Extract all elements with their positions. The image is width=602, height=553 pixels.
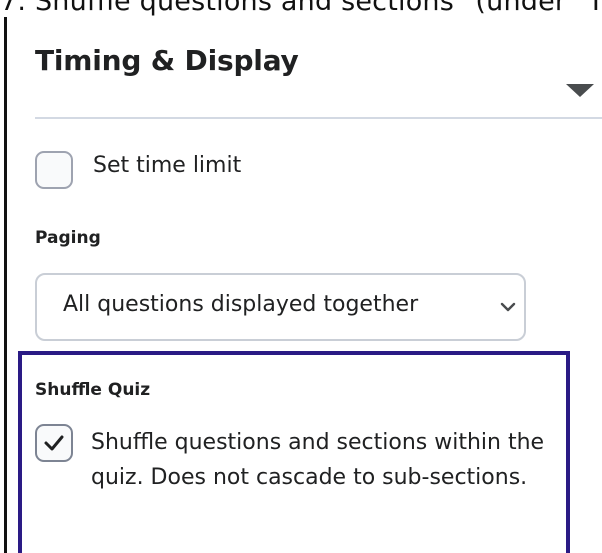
paging-label: Paging <box>35 228 101 248</box>
section-divider <box>35 117 602 119</box>
panel-left-border <box>4 17 7 553</box>
chevron-down-icon <box>500 302 516 312</box>
paging-select[interactable]: All questions displayed together <box>35 273 526 341</box>
panel-title: Timing & Display <box>35 44 299 77</box>
shuffle-questions-checkbox[interactable] <box>35 424 73 462</box>
caret-down-icon[interactable] <box>566 84 594 97</box>
instruction-caption: 7. Shuffle questions and sections" (unde… <box>0 0 602 17</box>
set-time-limit-checkbox[interactable] <box>35 151 73 189</box>
set-time-limit-label: Set time limit <box>93 153 242 178</box>
shuffle-questions-text: Shuffle questions and sections within th… <box>91 430 545 490</box>
shuffle-quiz-label: Shuffle Quiz <box>35 380 151 400</box>
paging-selected-value: All questions displayed together <box>63 292 419 317</box>
checkmark-icon <box>44 435 64 451</box>
